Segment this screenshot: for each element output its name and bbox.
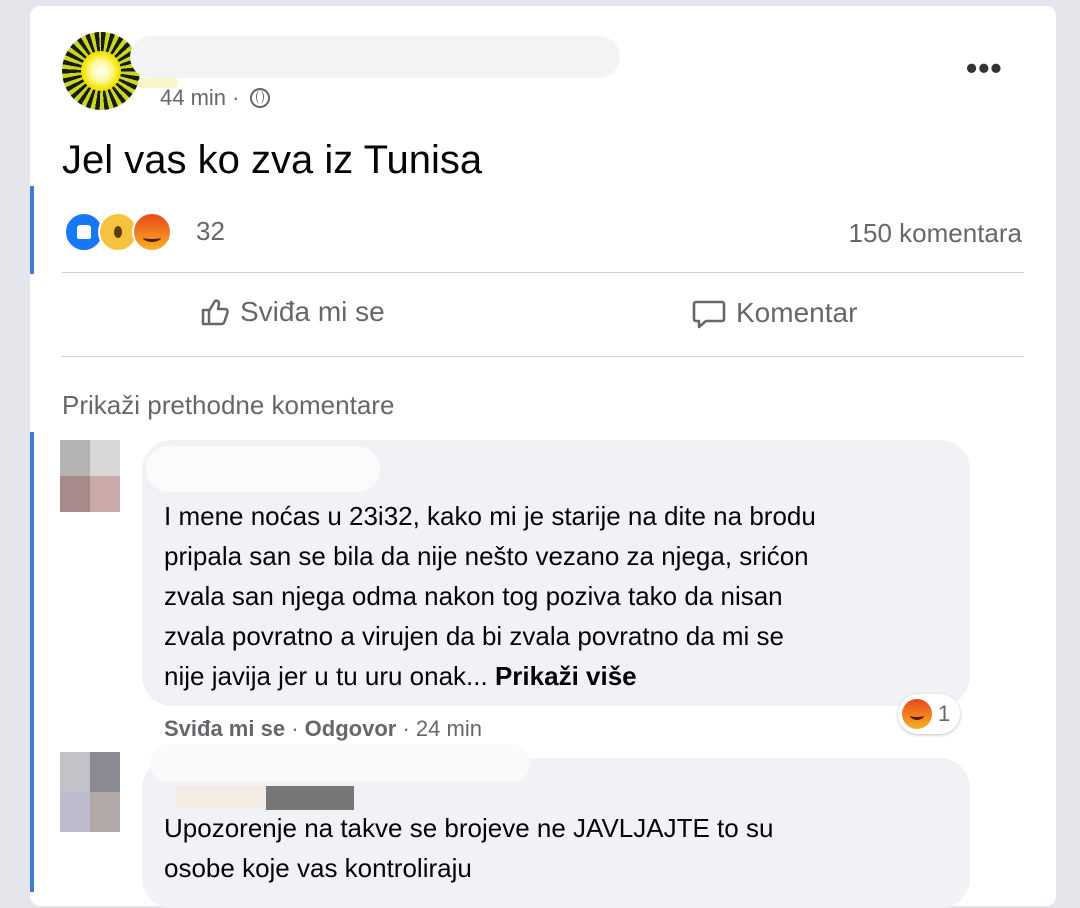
angry-reaction-icon [132, 212, 172, 252]
comment-label: Komentar [736, 297, 858, 328]
post-time[interactable]: 44 min [160, 85, 226, 110]
focus-indicator [30, 432, 34, 892]
comment-time[interactable]: 24 min [416, 716, 482, 741]
comment-button[interactable]: Komentar [692, 296, 857, 330]
comment-reaction-badge[interactable]: 1 [898, 694, 961, 734]
more-dots-icon[interactable]: ••• [966, 50, 1003, 87]
comments-count[interactable]: 150 komentara [849, 218, 1022, 249]
comment-text: I mene noćas u 23i32, kako mi je starije… [164, 496, 816, 696]
reaction-count[interactable]: 32 [196, 216, 225, 247]
like-label: Sviđa mi se [240, 296, 385, 327]
focus-indicator [30, 186, 34, 274]
comment-actions: Sviđa mi se · Odgovor · 24 min [164, 716, 482, 741]
like-button[interactable]: Sviđa mi se [200, 296, 385, 328]
comment-text: Upozorenje na takve se brojeve ne JAVLJA… [164, 813, 774, 883]
commenter-name-redacted[interactable] [150, 744, 530, 782]
divider [62, 272, 1024, 273]
comment-reply-button[interactable]: Odgovor [305, 716, 397, 741]
commenter-name-redacted [266, 786, 354, 810]
angry-reaction-icon [902, 699, 932, 729]
thumbs-up-icon [201, 299, 229, 326]
author-name-redacted[interactable] [130, 36, 620, 78]
comment-reaction-count: 1 [938, 701, 951, 726]
commenter-name-redacted[interactable] [146, 446, 380, 492]
commenter-name-redacted [176, 786, 266, 808]
meta-separator: · [232, 85, 240, 111]
globe-icon [249, 88, 270, 109]
author-avatar[interactable] [62, 32, 140, 110]
post-text: Jel vas ko zva iz Tunisa [62, 138, 483, 182]
see-more-link[interactable]: Prikaži više [495, 661, 637, 691]
divider [62, 356, 1024, 357]
comment-body: I mene noćas u 23i32, kako mi je starije… [164, 501, 816, 691]
show-previous-comments-link[interactable]: Prikaži prethodne komentare [62, 390, 394, 421]
commenter-avatar[interactable] [60, 752, 120, 832]
post-meta: 44 min · [160, 84, 270, 111]
comment-bubble-icon [692, 300, 726, 329]
commenter-avatar[interactable] [60, 440, 120, 512]
comment-like-button[interactable]: Sviđa mi se [164, 716, 285, 741]
